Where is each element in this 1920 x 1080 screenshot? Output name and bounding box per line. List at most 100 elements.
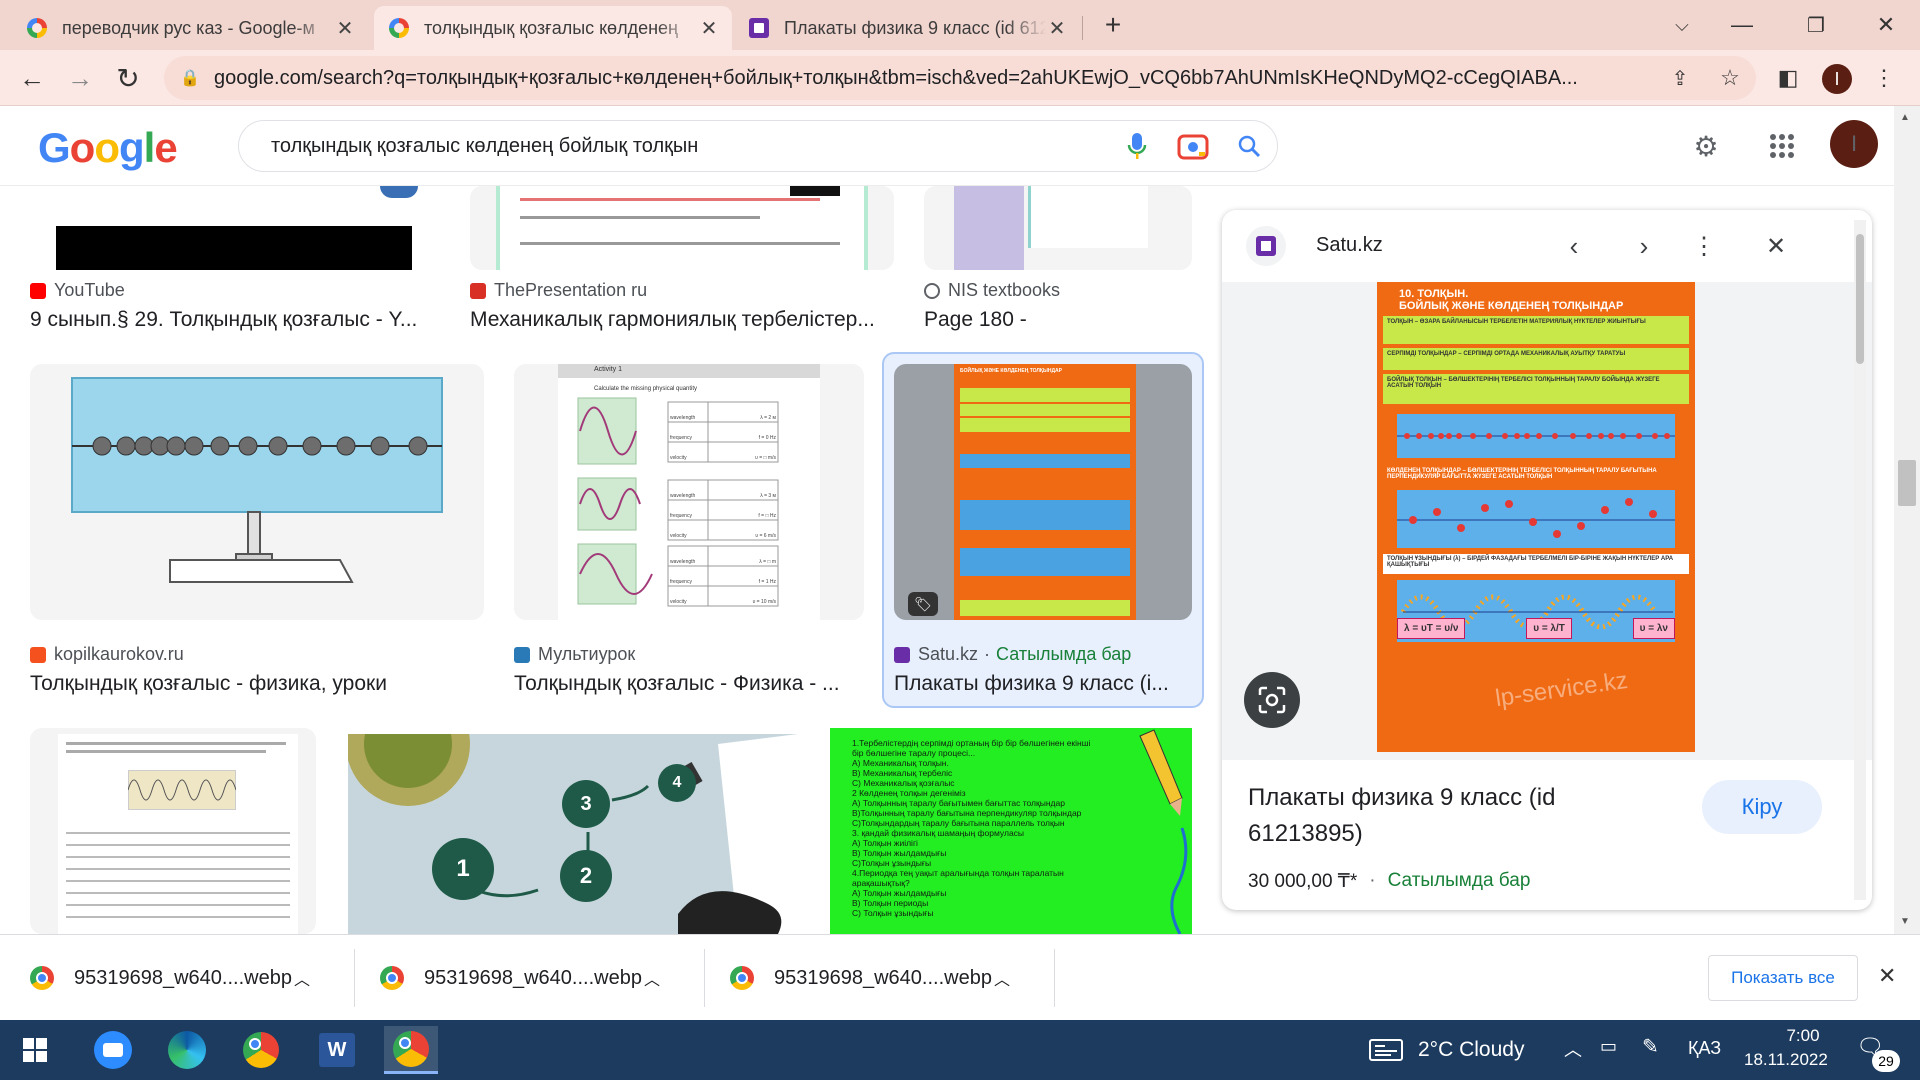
reload-button[interactable]: ↻ [110, 60, 146, 96]
result-caption[interactable]: Плакаты физика 9 класс (i... [894, 672, 1192, 696]
minimize-button[interactable]: — [1712, 6, 1772, 44]
longitudinal-wave-figure [1397, 414, 1675, 458]
tab-title: Плакаты физика 9 класс (id 612 [784, 17, 1046, 38]
result-thumb-presentation[interactable] [470, 186, 894, 270]
weather-icon[interactable] [1366, 1026, 1406, 1074]
result-thumb-beads[interactable] [30, 364, 484, 620]
result-source[interactable]: Satu.kz · Сатылымда бар [894, 644, 1131, 665]
search-icon[interactable] [1221, 126, 1277, 166]
google-profile-avatar[interactable]: I [1830, 120, 1878, 168]
panel-scrollbar[interactable] [1854, 220, 1866, 900]
share-icon[interactable]: ⇪ [1662, 60, 1698, 96]
panel-site-name[interactable]: Satu.kz [1316, 234, 1383, 257]
settings-gear-icon[interactable]: ⚙ [1686, 126, 1726, 166]
tab-search-active[interactable]: толқындық қозғалыс көлденең ✕ [374, 6, 732, 50]
chevron-up-icon[interactable]: ︿ [294, 966, 310, 990]
edge-app-icon[interactable] [160, 1026, 214, 1074]
battery-icon[interactable]: ▭ [1600, 1036, 1617, 1057]
search-input[interactable]: толқындық қозғалыс көлденең бойлық толқы… [271, 135, 1109, 158]
result-thumb-quiz[interactable]: 1.Тербелістердің серпімді ортаның бір бі… [830, 728, 1192, 934]
bookmark-star-icon[interactable]: ☆ [1712, 60, 1748, 96]
microphone-icon[interactable] [1109, 126, 1165, 166]
tab-satu[interactable]: Плакаты физика 9 класс (id 612 ✕ [734, 6, 1080, 50]
transverse-wave-figure [1397, 490, 1675, 548]
notification-count-badge: 29 [1872, 1050, 1900, 1072]
download-item[interactable]: 95319698_w640....webp ︿ [380, 935, 690, 1021]
price: 30 000,00 ₸* [1248, 871, 1358, 892]
separator-dot: · [984, 644, 991, 664]
new-tab-button[interactable]: + [1092, 6, 1134, 44]
word-app-icon[interactable]: W [310, 1026, 364, 1074]
chrome-app-icon[interactable] [234, 1026, 288, 1074]
page-scrollbar[interactable]: ▲ ▼ [1894, 106, 1920, 934]
result-source[interactable]: NIS textbooks [924, 280, 1060, 301]
test-page [58, 734, 298, 934]
side-panel-icon[interactable]: ◧ [1770, 60, 1806, 96]
visit-button[interactable]: Кіру [1702, 780, 1822, 834]
download-item[interactable]: 95319698_w640....webp ︿ [730, 935, 1040, 1021]
previous-image-button[interactable]: ‹ [1554, 226, 1594, 266]
close-window-button[interactable]: ✕ [1856, 6, 1916, 44]
back-button[interactable]: ← [14, 60, 50, 96]
download-item[interactable]: 95319698_w640....webp ︿ [30, 935, 340, 1021]
result-thumb-nis[interactable] [924, 186, 1192, 270]
satu-site-icon [1246, 226, 1286, 266]
chrome-profile-app-icon[interactable] [384, 1026, 438, 1074]
show-all-downloads-button[interactable]: Показать все [1708, 955, 1858, 1001]
result-thumb-satu-selected[interactable]: БОЙЛЫҚ ЖӘНЕ КӨЛДЕНЕҢ ТОЛҚЫНДАР 🏷 [894, 364, 1192, 620]
language-indicator[interactable]: ҚАЗ [1688, 1038, 1721, 1059]
clock-date[interactable]: 18.11.2022 [1744, 1050, 1828, 1070]
result-source[interactable]: YouTube [30, 280, 125, 301]
search-box[interactable]: толқындық қозғалыс көлденең бойлық толқы… [238, 120, 1278, 172]
result-source[interactable]: kopilkaurokov.ru [30, 644, 184, 665]
url-text[interactable]: google.com/search?q=толқындық+қозғалыс+к… [214, 67, 1644, 90]
tab-search-chevron-icon[interactable]: ⌵ [1652, 6, 1712, 44]
menu-kebab-icon[interactable]: ⋮ [1866, 60, 1902, 96]
profile-avatar[interactable]: I [1822, 64, 1852, 94]
result-caption[interactable]: Толқындық қозғалыс - физика, уроки [30, 672, 484, 696]
address-bar[interactable]: 🔒 google.com/search?q=толқындық+қозғалыс… [164, 56, 1756, 100]
tray-chevron-icon[interactable]: ︿ [1564, 1036, 1582, 1062]
worksheet: Activity 1 Calculate the missing physica… [558, 364, 820, 620]
google-logo[interactable]: Google [38, 124, 178, 172]
result-caption[interactable]: Толқындық қозғалыс - Физика - ... [514, 672, 864, 696]
weather-text[interactable]: 2°C Cloudy [1418, 1038, 1524, 1062]
result-caption[interactable]: Page 180 - [924, 308, 1192, 332]
result-source[interactable]: ThePresentation ru [470, 280, 647, 301]
panel-title[interactable]: Плакаты физика 9 класс (id 61213895) [1248, 780, 1668, 852]
close-tab-icon[interactable]: ✕ [1046, 16, 1068, 41]
result-caption[interactable]: 9 сынып.§ 29. Толқындық қозғалыс - Y... [30, 308, 440, 332]
result-source[interactable]: Мультиурок [514, 644, 635, 665]
clock-time[interactable]: 7:00 [1766, 1026, 1840, 1046]
forward-button[interactable]: → [62, 60, 98, 96]
restore-button[interactable]: ❐ [1786, 6, 1846, 44]
presentation-icon [470, 282, 486, 299]
zoom-app-icon[interactable] [86, 1026, 140, 1074]
windows-start-icon[interactable] [8, 1026, 62, 1074]
google-favicon-icon [388, 17, 410, 39]
close-panel-icon[interactable]: ✕ [1756, 226, 1796, 266]
result-thumb-youtube[interactable] [30, 186, 440, 270]
satu-icon [894, 646, 910, 663]
close-downloads-icon[interactable]: ✕ [1878, 963, 1896, 989]
close-tab-icon[interactable]: ✕ [334, 16, 356, 41]
result-caption[interactable]: Механикалық гармониялық тербелістер... [470, 308, 894, 332]
close-tab-icon[interactable]: ✕ [698, 16, 720, 41]
pen-icon[interactable]: ✎ [1642, 1034, 1659, 1059]
result-thumb-testpaper[interactable] [30, 728, 316, 934]
tab-translator[interactable]: переводчик рус каз - Google-м ✕ [12, 6, 368, 50]
panel-scrollbar-thumb[interactable] [1856, 234, 1864, 364]
lens-search-button[interactable] [1244, 672, 1300, 728]
result-thumb-multiurok[interactable]: Activity 1 Calculate the missing physica… [514, 364, 864, 620]
beads-chain-illustration [71, 377, 443, 583]
chevron-up-icon[interactable]: ︿ [644, 966, 660, 990]
poster-title: 10. ТОЛҚЫН. [1399, 288, 1469, 300]
camera-lens-icon[interactable] [1165, 126, 1221, 166]
next-image-button[interactable]: › [1624, 226, 1664, 266]
panel-more-icon[interactable]: ⋮ [1684, 226, 1724, 266]
page-scrollbar-thumb[interactable] [1898, 460, 1916, 506]
poster-image[interactable]: 10. ТОЛҚЫН. БОЙЛЫҚ ЖӘНЕ КӨЛДЕНЕҢ ТОЛҚЫНД… [1377, 282, 1695, 752]
chevron-up-icon[interactable]: ︿ [994, 966, 1010, 990]
result-thumb-numbers[interactable]: 1 2 3 4 [348, 734, 798, 934]
apps-grid-icon[interactable] [1762, 126, 1802, 166]
